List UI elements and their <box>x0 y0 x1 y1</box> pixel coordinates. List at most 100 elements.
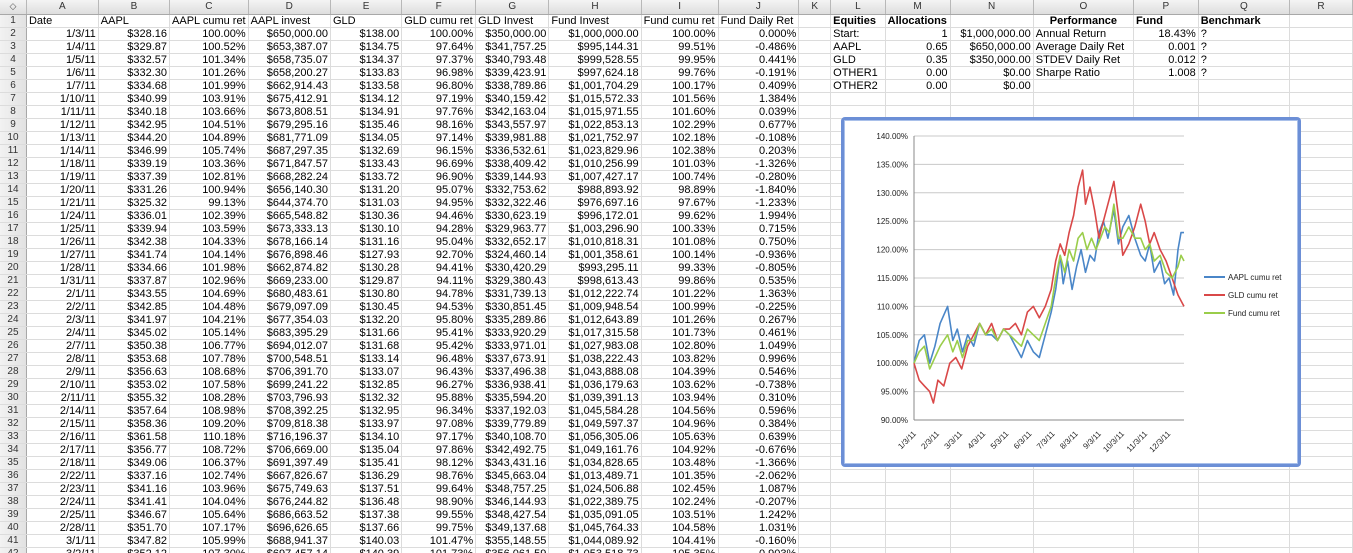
data-cell[interactable]: $339,779.89 <box>475 417 550 431</box>
data-cell[interactable]: 100.00% <box>401 27 477 41</box>
data-cell[interactable]: 104.14% <box>169 248 249 262</box>
data-cell[interactable]: $342.38 <box>98 235 171 249</box>
data-cell[interactable]: $328.16 <box>98 27 171 41</box>
data-cell[interactable]: 97.14% <box>401 131 477 145</box>
data-cell[interactable]: $996,172.01 <box>548 209 642 223</box>
empty-cell[interactable] <box>950 508 1034 522</box>
data-cell[interactable]: $132.69 <box>330 144 403 158</box>
data-cell[interactable]: $673,808.51 <box>248 105 331 119</box>
data-cell[interactable]: $132.85 <box>330 378 403 392</box>
data-cell[interactable]: $133.43 <box>330 157 403 171</box>
row-header[interactable]: 10 <box>0 131 27 145</box>
empty-cell[interactable] <box>798 40 832 54</box>
data-cell[interactable]: 1/10/11 <box>26 92 99 106</box>
data-cell[interactable]: $337.87 <box>98 274 171 288</box>
data-cell[interactable]: 2/7/11 <box>26 339 99 353</box>
header-cell-e[interactable]: GLD <box>330 14 403 28</box>
summary-cell-q[interactable]: ? <box>1198 27 1291 41</box>
data-cell[interactable]: -0.738% <box>718 378 800 392</box>
data-cell[interactable]: 1/14/11 <box>26 144 99 158</box>
header-cell-l[interactable]: Equities <box>830 14 886 28</box>
data-cell[interactable]: 1/18/11 <box>26 157 99 171</box>
data-cell[interactable]: $333,920.29 <box>475 326 550 340</box>
empty-cell[interactable] <box>1133 92 1199 106</box>
data-cell[interactable]: $353.68 <box>98 352 171 366</box>
data-cell[interactable]: 1/5/11 <box>26 53 99 67</box>
summary-cell-m[interactable]: 0.00 <box>885 79 951 93</box>
data-cell[interactable]: $338,409.42 <box>475 157 550 171</box>
summary-cell-q[interactable] <box>1198 79 1291 93</box>
data-cell[interactable]: -0.936% <box>718 248 800 262</box>
data-cell[interactable]: 102.29% <box>641 118 719 132</box>
empty-cell[interactable] <box>950 521 1034 535</box>
data-cell[interactable]: $1,013,489.71 <box>548 469 642 483</box>
empty-cell[interactable] <box>798 339 832 353</box>
data-cell[interactable]: 94.78% <box>401 287 477 301</box>
data-cell[interactable]: 104.58% <box>641 521 719 535</box>
data-cell[interactable]: $1,012,643.89 <box>548 313 642 327</box>
data-cell[interactable]: 102.81% <box>169 170 249 184</box>
data-cell[interactable]: $644,374.70 <box>248 196 331 210</box>
empty-cell[interactable] <box>830 508 886 522</box>
data-cell[interactable]: 2/8/11 <box>26 352 99 366</box>
summary-cell-p[interactable]: 18.43% <box>1133 27 1199 41</box>
empty-cell[interactable] <box>1289 27 1353 41</box>
data-cell[interactable]: -0.225% <box>718 300 800 314</box>
data-cell[interactable]: 97.19% <box>401 92 477 106</box>
data-cell[interactable]: 1/27/11 <box>26 248 99 262</box>
empty-cell[interactable] <box>1033 547 1135 553</box>
column-header-o[interactable]: O <box>1033 0 1135 15</box>
data-cell[interactable]: $343,431.16 <box>475 456 550 470</box>
row-header[interactable]: 40 <box>0 521 27 535</box>
data-cell[interactable]: 0.903% <box>718 547 800 553</box>
empty-cell[interactable] <box>1289 105 1353 119</box>
data-cell[interactable]: $1,022,853.13 <box>548 118 642 132</box>
data-cell[interactable]: 2/25/11 <box>26 508 99 522</box>
summary-cell-p[interactable]: 0.012 <box>1133 53 1199 67</box>
data-cell[interactable]: 99.95% <box>641 53 719 67</box>
data-cell[interactable]: 1/21/11 <box>26 196 99 210</box>
data-cell[interactable]: 105.74% <box>169 144 249 158</box>
data-cell[interactable]: 102.39% <box>169 209 249 223</box>
data-cell[interactable]: 1.384% <box>718 92 800 106</box>
data-cell[interactable]: $1,056,305.06 <box>548 430 642 444</box>
data-cell[interactable]: -0.676% <box>718 443 800 457</box>
row-header[interactable]: 18 <box>0 235 27 249</box>
row-header[interactable]: 27 <box>0 352 27 366</box>
data-cell[interactable]: 97.76% <box>401 105 477 119</box>
data-cell[interactable]: $131.03 <box>330 196 403 210</box>
data-cell[interactable]: 95.04% <box>401 235 477 249</box>
line-chart[interactable]: 90.00% 95.00% 100.00% 105.00% 110.00% 115.00%… <box>841 117 1301 467</box>
empty-cell[interactable] <box>798 300 832 314</box>
data-cell[interactable]: $134.12 <box>330 92 403 106</box>
data-cell[interactable]: 0.310% <box>718 391 800 405</box>
column-header-q[interactable]: Q <box>1198 0 1291 15</box>
data-cell[interactable]: $343,557.97 <box>475 118 550 132</box>
summary-cell-q[interactable]: ? <box>1198 53 1291 67</box>
empty-cell[interactable] <box>1198 521 1291 535</box>
row-header[interactable]: 17 <box>0 222 27 236</box>
data-cell[interactable]: $133.58 <box>330 79 403 93</box>
data-cell[interactable]: 0.461% <box>718 326 800 340</box>
data-cell[interactable]: 0.546% <box>718 365 800 379</box>
header-cell-g[interactable]: GLD Invest <box>475 14 550 28</box>
empty-cell[interactable] <box>798 365 832 379</box>
row-header[interactable]: 8 <box>0 105 27 119</box>
data-cell[interactable]: $676,244.82 <box>248 495 331 509</box>
header-cell-m[interactable]: Allocations <box>885 14 951 28</box>
empty-cell[interactable] <box>798 508 832 522</box>
data-cell[interactable]: 1.031% <box>718 521 800 535</box>
data-cell[interactable]: 104.04% <box>169 495 249 509</box>
data-cell[interactable]: $1,003,296.90 <box>548 222 642 236</box>
data-cell[interactable]: $134.91 <box>330 105 403 119</box>
empty-cell[interactable] <box>1289 534 1353 548</box>
data-cell[interactable]: 2/28/11 <box>26 521 99 535</box>
data-cell[interactable]: $332,753.62 <box>475 183 550 197</box>
data-cell[interactable]: $703,796.93 <box>248 391 331 405</box>
data-cell[interactable]: $678,166.14 <box>248 235 331 249</box>
data-cell[interactable]: 2/17/11 <box>26 443 99 457</box>
data-cell[interactable]: 95.88% <box>401 391 477 405</box>
data-cell[interactable]: $138.00 <box>330 27 403 41</box>
empty-cell[interactable] <box>798 326 832 340</box>
data-cell[interactable]: $653,387.07 <box>248 40 331 54</box>
